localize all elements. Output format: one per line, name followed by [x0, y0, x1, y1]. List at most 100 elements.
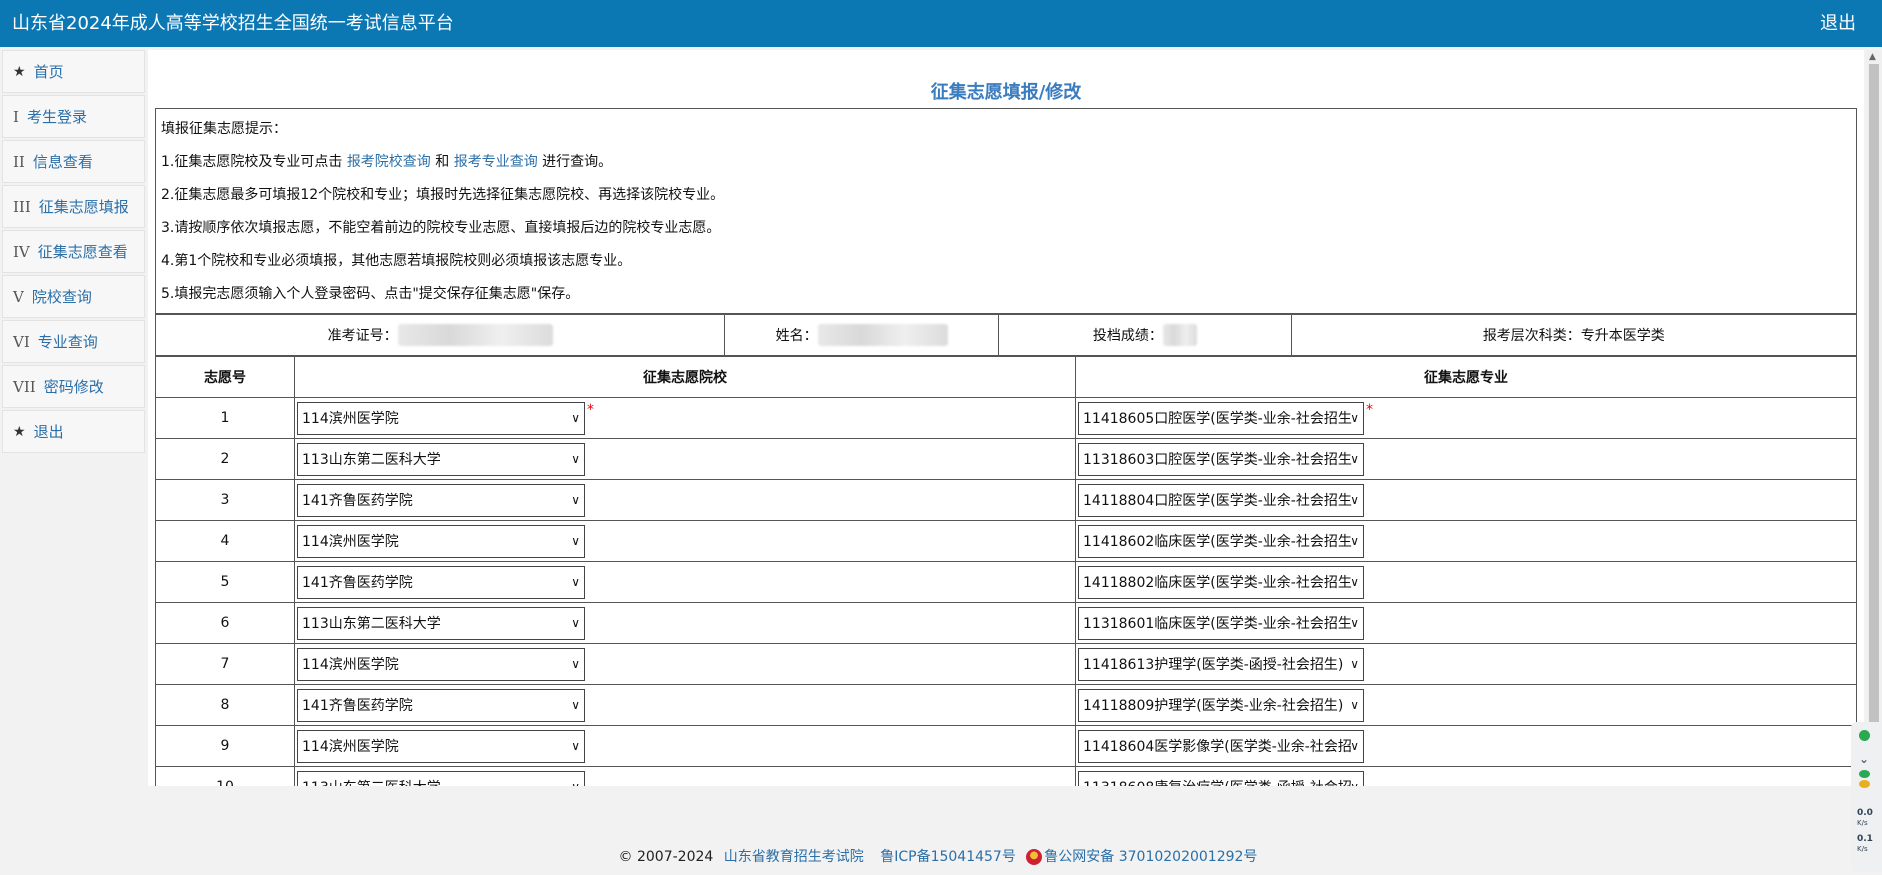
score-redacted	[1162, 324, 1197, 346]
major-cell: 11418604医学影像学(医学类-业余-社会招 ∨	[1075, 725, 1857, 767]
sidebar-item-label: 专业查询	[37, 333, 98, 351]
table-row: 3 141齐鲁医药学院 ∨ 14118804口腔医学(医学类-业余-社会招生 ∨	[155, 479, 1857, 521]
major-select[interactable]: 14118809护理学(医学类-业余-社会招生) ∨	[1078, 688, 1364, 722]
volunteer-number: 7	[155, 643, 295, 685]
school-select[interactable]: 113山东第二医科大学 ∨	[297, 442, 585, 476]
volunteer-number: 3	[155, 479, 295, 521]
school-select[interactable]: 114滨州医学院 ∨	[297, 524, 585, 558]
school-select[interactable]: 113山东第二医科大学 ∨	[297, 606, 585, 640]
header-logout-link[interactable]: 退出	[1820, 9, 1856, 35]
chevron-down-icon: ∨	[571, 574, 580, 589]
sidebar-item-7[interactable]: VI 专业查询	[2, 320, 145, 363]
speed-value-2: 0.1	[1857, 834, 1873, 844]
table-row: 5 141齐鲁医药学院 ∨ 14118802临床医学(医学类-业余-社会招生 ∨	[155, 561, 1857, 603]
status-dot-icon	[1859, 730, 1870, 741]
school-select-value: 114滨州医学院	[302, 411, 399, 427]
major-select-value: 11318608康复治疗学(医学类-函授-社会招	[1083, 777, 1352, 786]
sidebar-item-9[interactable]: ★ 退出	[2, 410, 145, 453]
footer-copyright: © 2007-2024	[618, 849, 714, 865]
major-select-value: 14118802临床医学(医学类-业余-社会招生	[1083, 575, 1352, 591]
major-select-value: 11318601临床医学(医学类-业余-社会招生	[1083, 616, 1352, 632]
chevron-down-icon: ∨	[1350, 615, 1359, 630]
chevron-down-icon: ∨	[571, 410, 580, 425]
school-select[interactable]: 113山东第二医科大学 ∨	[297, 770, 585, 786]
page-scrollbar[interactable]: ▲	[1866, 50, 1882, 786]
star-icon: ★	[13, 423, 26, 440]
school-select[interactable]: 114滨州医学院 ∨	[297, 729, 585, 763]
major-select[interactable]: 14118802临床医学(医学类-业余-社会招生 ∨	[1078, 565, 1364, 599]
major-select[interactable]: 11418602临床医学(医学类-业余-社会招生 ∨	[1078, 524, 1364, 558]
name-label: 姓名：	[775, 328, 818, 344]
speed-unit-1: K/s	[1857, 819, 1868, 827]
footer-org-link[interactable]: 山东省教育招生考试院	[724, 849, 864, 865]
required-mark: *	[587, 401, 594, 418]
major-select[interactable]: 11418613护理学(医学类-函授-社会招生) ∨	[1078, 647, 1364, 681]
major-select[interactable]: 11318601临床医学(医学类-业余-社会招生 ∨	[1078, 606, 1364, 640]
school-select[interactable]: 141齐鲁医药学院 ∨	[297, 565, 585, 599]
major-select[interactable]: 11318603口腔医学(医学类-业余-社会招生 ∨	[1078, 442, 1364, 476]
main-content: 征集志愿填报/修改 填报征集志愿提示： 1.征集志愿院校及专业可点击 报考院校查…	[148, 50, 1864, 786]
chevron-down-icon: ∨	[571, 615, 580, 630]
school-select[interactable]: 141齐鲁医药学院 ∨	[297, 483, 585, 517]
school-select[interactable]: 114滨州医学院 ∨	[297, 401, 585, 435]
sidebar-item-4[interactable]: III 征集志愿填报	[2, 185, 145, 228]
school-select[interactable]: 114滨州医学院 ∨	[297, 647, 585, 681]
major-cell: 14118802临床医学(医学类-业余-社会招生 ∨	[1075, 561, 1857, 603]
sidebar-item-label: 征集志愿查看	[37, 243, 128, 261]
volunteer-number: 2	[155, 438, 295, 480]
major-select[interactable]: 11418604医学影像学(医学类-业余-社会招 ∨	[1078, 729, 1364, 763]
footer-police-link[interactable]: 鲁公网安备 37010202001292号	[1044, 849, 1257, 865]
table-row: 4 114滨州医学院 ∨ 11418602临床医学(医学类-业余-社会招生 ∨	[155, 520, 1857, 562]
exam-number-label: 准考证号：	[327, 328, 398, 344]
chevron-down-icon[interactable]: ⌄	[1859, 752, 1869, 766]
chevron-down-icon: ∨	[1350, 492, 1359, 507]
major-cell: 14118804口腔医学(医学类-业余-社会招生 ∨	[1075, 479, 1857, 521]
sidebar-item-label: 院校查询	[31, 288, 92, 306]
school-query-link[interactable]: 报考院校查询	[347, 154, 431, 170]
major-select-value: 11418605口腔医学(医学类-业余-社会招生	[1083, 411, 1352, 427]
speed-value-1: 0.0	[1857, 808, 1873, 818]
sidebar-item-numeral: III	[13, 197, 31, 216]
major-select[interactable]: 14118804口腔医学(医学类-业余-社会招生 ∨	[1078, 483, 1364, 517]
major-query-link[interactable]: 报考专业查询	[454, 154, 538, 170]
sidebar-item-3[interactable]: II 信息查看	[2, 140, 145, 183]
chevron-down-icon: ∨	[1350, 533, 1359, 548]
major-select-value: 14118809护理学(医学类-业余-社会招生)	[1083, 698, 1344, 714]
sidebar-item-1[interactable]: ★ 首页	[2, 50, 145, 93]
sidebar: ★ 首页 I 考生登录 II 信息查看 III 征集志愿填报 IV 征集志愿查看 V 院校查询 VI 专业…	[2, 50, 145, 455]
footer-icp-link[interactable]: 鲁ICP备15041457号	[880, 849, 1016, 865]
major-select-value: 11418613护理学(医学类-函授-社会招生)	[1083, 657, 1344, 673]
school-select-value: 113山东第二医科大学	[302, 452, 441, 468]
tip-line-4: 4.第1个院校和专业必须填报，其他志愿若填报院校则必须填报该志愿专业。	[161, 253, 632, 269]
tip-line-1: 1.征集志愿院校及专业可点击 报考院校查询 和 报考专业查询 进行查询。	[161, 154, 613, 170]
volunteer-number: 6	[155, 602, 295, 644]
school-select-value: 114滨州医学院	[302, 534, 399, 550]
major-select[interactable]: 11418605口腔医学(医学类-业余-社会招生 ∨	[1078, 401, 1364, 435]
school-select-value: 141齐鲁医药学院	[302, 493, 413, 509]
tips-box: 填报征集志愿提示： 1.征集志愿院校及专业可点击 报考院校查询 和 报考专业查询…	[155, 108, 1857, 314]
sidebar-item-2[interactable]: I 考生登录	[2, 95, 145, 138]
major-cell: 11418602临床医学(医学类-业余-社会招生 ∨	[1075, 520, 1857, 562]
volunteer-number: 5	[155, 561, 295, 603]
school-cell: 141齐鲁医药学院 ∨	[294, 561, 1076, 603]
table-row: 10113山东第二医科大学∨11318608康复治疗学(医学类-函授-社会招∨	[155, 766, 1857, 786]
major-cell: 11318601临床医学(医学类-业余-社会招生 ∨	[1075, 602, 1857, 644]
sidebar-item-numeral: IV	[13, 242, 30, 261]
table-row: 7 114滨州医学院 ∨ 11418613护理学(医学类-函授-社会招生) ∨	[155, 643, 1857, 685]
exam-number-cell: 准考证号：	[156, 315, 726, 355]
sidebar-item-5[interactable]: IV 征集志愿查看	[2, 230, 145, 273]
status-bar-yellow-icon	[1859, 780, 1870, 788]
candidate-info-row: 准考证号： 姓名： 投档成绩： 报考层次科类：专升本医学类	[155, 314, 1857, 356]
scroll-thumb[interactable]	[1869, 64, 1879, 784]
chevron-down-icon: ∨	[1350, 656, 1359, 671]
volunteer-number: 4	[155, 520, 295, 562]
scroll-up-icon[interactable]: ▲	[1869, 52, 1876, 62]
tips-heading: 填报征集志愿提示：	[161, 121, 287, 137]
sidebar-item-numeral: VII	[13, 377, 36, 396]
chevron-down-icon: ∨	[571, 451, 580, 466]
school-select[interactable]: 141齐鲁医药学院 ∨	[297, 688, 585, 722]
major-select[interactable]: 11318608康复治疗学(医学类-函授-社会招∨	[1078, 770, 1364, 786]
sidebar-item-6[interactable]: V 院校查询	[2, 275, 145, 318]
major-cell: 11318608康复治疗学(医学类-函授-社会招∨	[1075, 766, 1857, 786]
sidebar-item-8[interactable]: VII 密码修改	[2, 365, 145, 408]
